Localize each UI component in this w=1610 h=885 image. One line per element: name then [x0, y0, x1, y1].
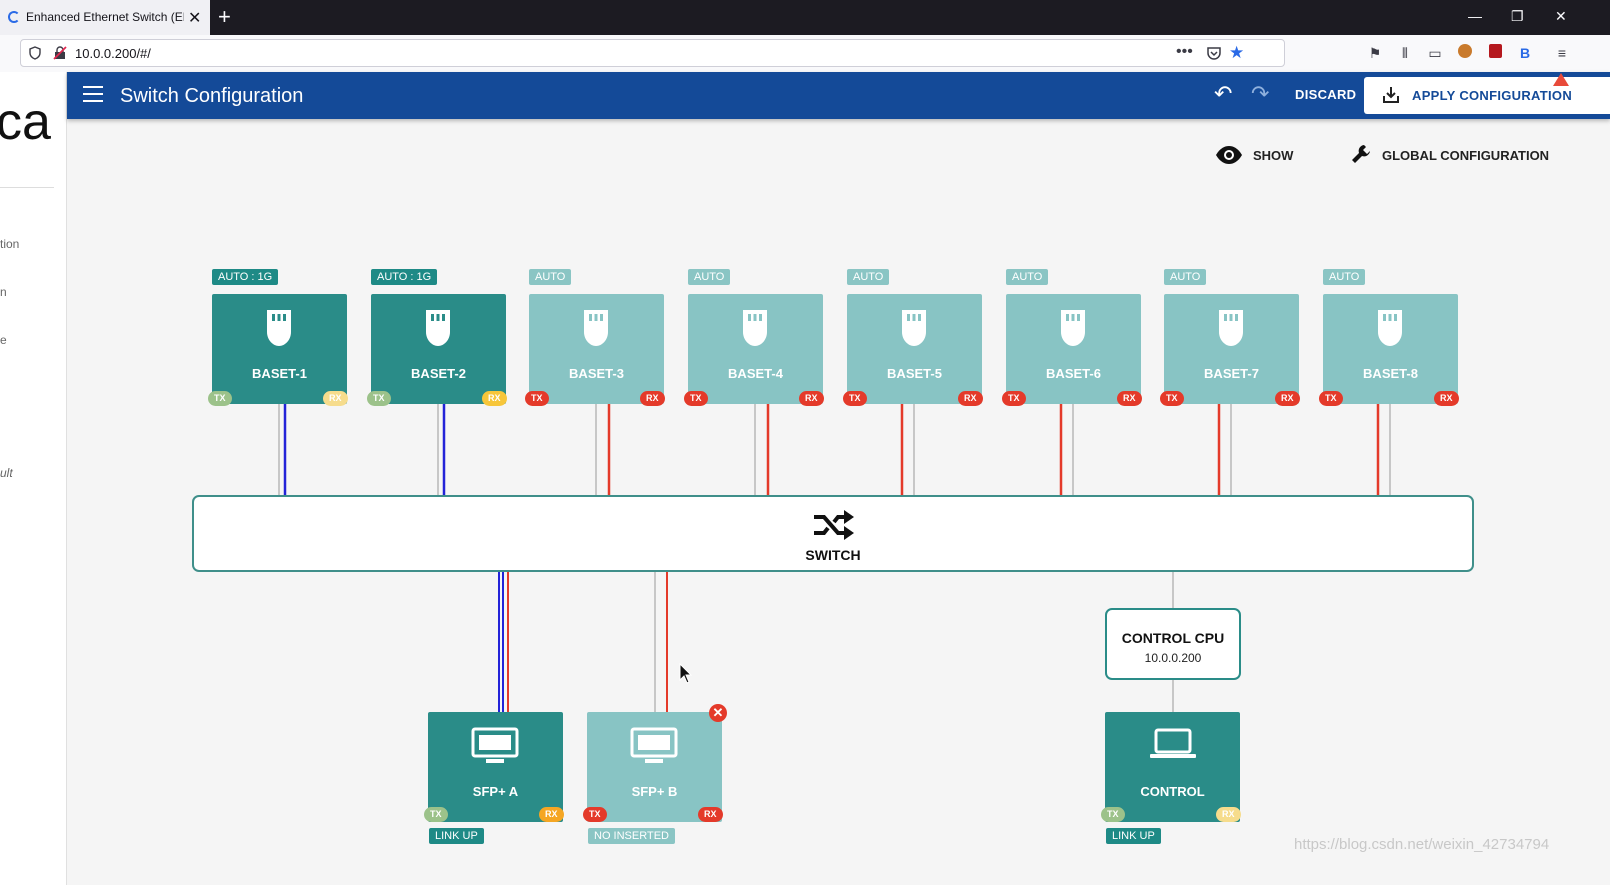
- remove-sfp-b-icon[interactable]: ✕: [709, 704, 727, 722]
- control-cpu-block[interactable]: CONTROL CPU 10.0.0.200: [1105, 608, 1241, 680]
- control-tx-indicator: TX: [1101, 807, 1125, 822]
- port-rx-indicator: RX: [1275, 391, 1300, 406]
- port-tx-indicator: TX: [843, 391, 867, 406]
- port-tx-indicator: TX: [684, 391, 708, 406]
- port-links: [278, 404, 1391, 495]
- ethernet-plug-icon: [584, 310, 608, 346]
- control-port[interactable]: CONTROL: [1105, 712, 1240, 822]
- baset-port[interactable]: BASET-5: [847, 294, 982, 404]
- baset-port-label: BASET-8: [1363, 366, 1418, 381]
- baset-port[interactable]: BASET-1: [212, 294, 347, 404]
- ethernet-plug-icon: [743, 310, 767, 346]
- baset-port[interactable]: BASET-4: [688, 294, 823, 404]
- port-tx-indicator: TX: [1160, 391, 1184, 406]
- port-tx-indicator: TX: [367, 391, 391, 406]
- baset-port[interactable]: BASET-2: [371, 294, 506, 404]
- port-speed-tag: AUTO: [1164, 269, 1207, 285]
- port-rx-indicator: RX: [799, 391, 824, 406]
- port-speed-tag: AUTO: [847, 269, 890, 285]
- port-rx-indicator: RX: [1117, 391, 1142, 406]
- port-rx-indicator: RX: [482, 391, 507, 406]
- control-cpu-label: CONTROL CPU: [1121, 630, 1225, 646]
- port-rx-indicator: RX: [1434, 391, 1459, 406]
- control-rx-indicator: RX: [1216, 807, 1241, 822]
- ethernet-plug-icon: [1061, 310, 1085, 346]
- port-speed-tag: AUTO: [1323, 269, 1366, 285]
- baset-port-label: BASET-7: [1204, 366, 1259, 381]
- port-rx-indicator: RX: [640, 391, 665, 406]
- sfp-a-tx-indicator: TX: [424, 807, 448, 822]
- watermark: https://blog.csdn.net/weixin_42734794: [1294, 836, 1550, 853]
- monitor-icon: [630, 727, 678, 763]
- ethernet-plug-icon: [426, 310, 450, 346]
- sfp-a-label: SFP+ A: [472, 784, 519, 799]
- switch-label: SWITCH: [805, 547, 861, 563]
- sfp-a-status: LINK UP: [429, 828, 484, 844]
- baset-port-label: BASET-2: [411, 366, 466, 381]
- control-cpu-ip: 10.0.0.200: [1144, 651, 1202, 665]
- switch-block[interactable]: SWITCH: [192, 495, 1474, 572]
- sfp-b-status: NO INSERTED: [588, 828, 675, 844]
- ethernet-plug-icon: [267, 310, 291, 346]
- mouse-cursor-icon: [679, 663, 693, 684]
- port-speed-tag: AUTO: [1006, 269, 1049, 285]
- sfp-b-port[interactable]: SFP+ B: [587, 712, 722, 822]
- ethernet-plug-icon: [1378, 310, 1402, 346]
- sfp-b-rx-indicator: RX: [698, 807, 723, 822]
- port-tx-indicator: TX: [1002, 391, 1026, 406]
- link-lines: [278, 404, 1391, 712]
- baset-port[interactable]: BASET-3: [529, 294, 664, 404]
- port-speed-tag: AUTO : 1G: [212, 269, 279, 285]
- shuffle-icon: [814, 510, 854, 540]
- baset-port-label: BASET-6: [1046, 366, 1101, 381]
- baset-port-label: BASET-5: [887, 366, 942, 381]
- port-speed-tag: AUTO: [529, 269, 572, 285]
- baset-port[interactable]: BASET-8: [1323, 294, 1458, 404]
- laptop-icon: [1150, 728, 1196, 758]
- baset-port-label: BASET-1: [252, 366, 307, 381]
- port-tx-indicator: TX: [525, 391, 549, 406]
- baset-port-label: BASET-4: [728, 366, 783, 381]
- ethernet-plug-icon: [902, 310, 926, 346]
- sfp-a-port[interactable]: SFP+ A: [428, 712, 563, 822]
- sfp-b-tx-indicator: TX: [583, 807, 607, 822]
- sfp-a-rx-indicator: RX: [539, 807, 564, 822]
- baset-port[interactable]: BASET-7: [1164, 294, 1299, 404]
- sfp-b-label: SFP+ B: [631, 784, 678, 799]
- baset-port-label: BASET-3: [569, 366, 624, 381]
- control-label: CONTROL: [1140, 784, 1205, 799]
- port-rx-indicator: RX: [958, 391, 983, 406]
- port-tx-indicator: TX: [1319, 391, 1343, 406]
- baset-port[interactable]: BASET-6: [1006, 294, 1141, 404]
- port-rx-indicator: RX: [323, 391, 348, 406]
- ethernet-plug-icon: [1219, 310, 1243, 346]
- control-status: LINK UP: [1106, 828, 1161, 844]
- monitor-icon: [471, 727, 519, 763]
- port-speed-tag: AUTO : 1G: [371, 269, 438, 285]
- port-speed-tag: AUTO: [688, 269, 731, 285]
- port-tx-indicator: TX: [208, 391, 232, 406]
